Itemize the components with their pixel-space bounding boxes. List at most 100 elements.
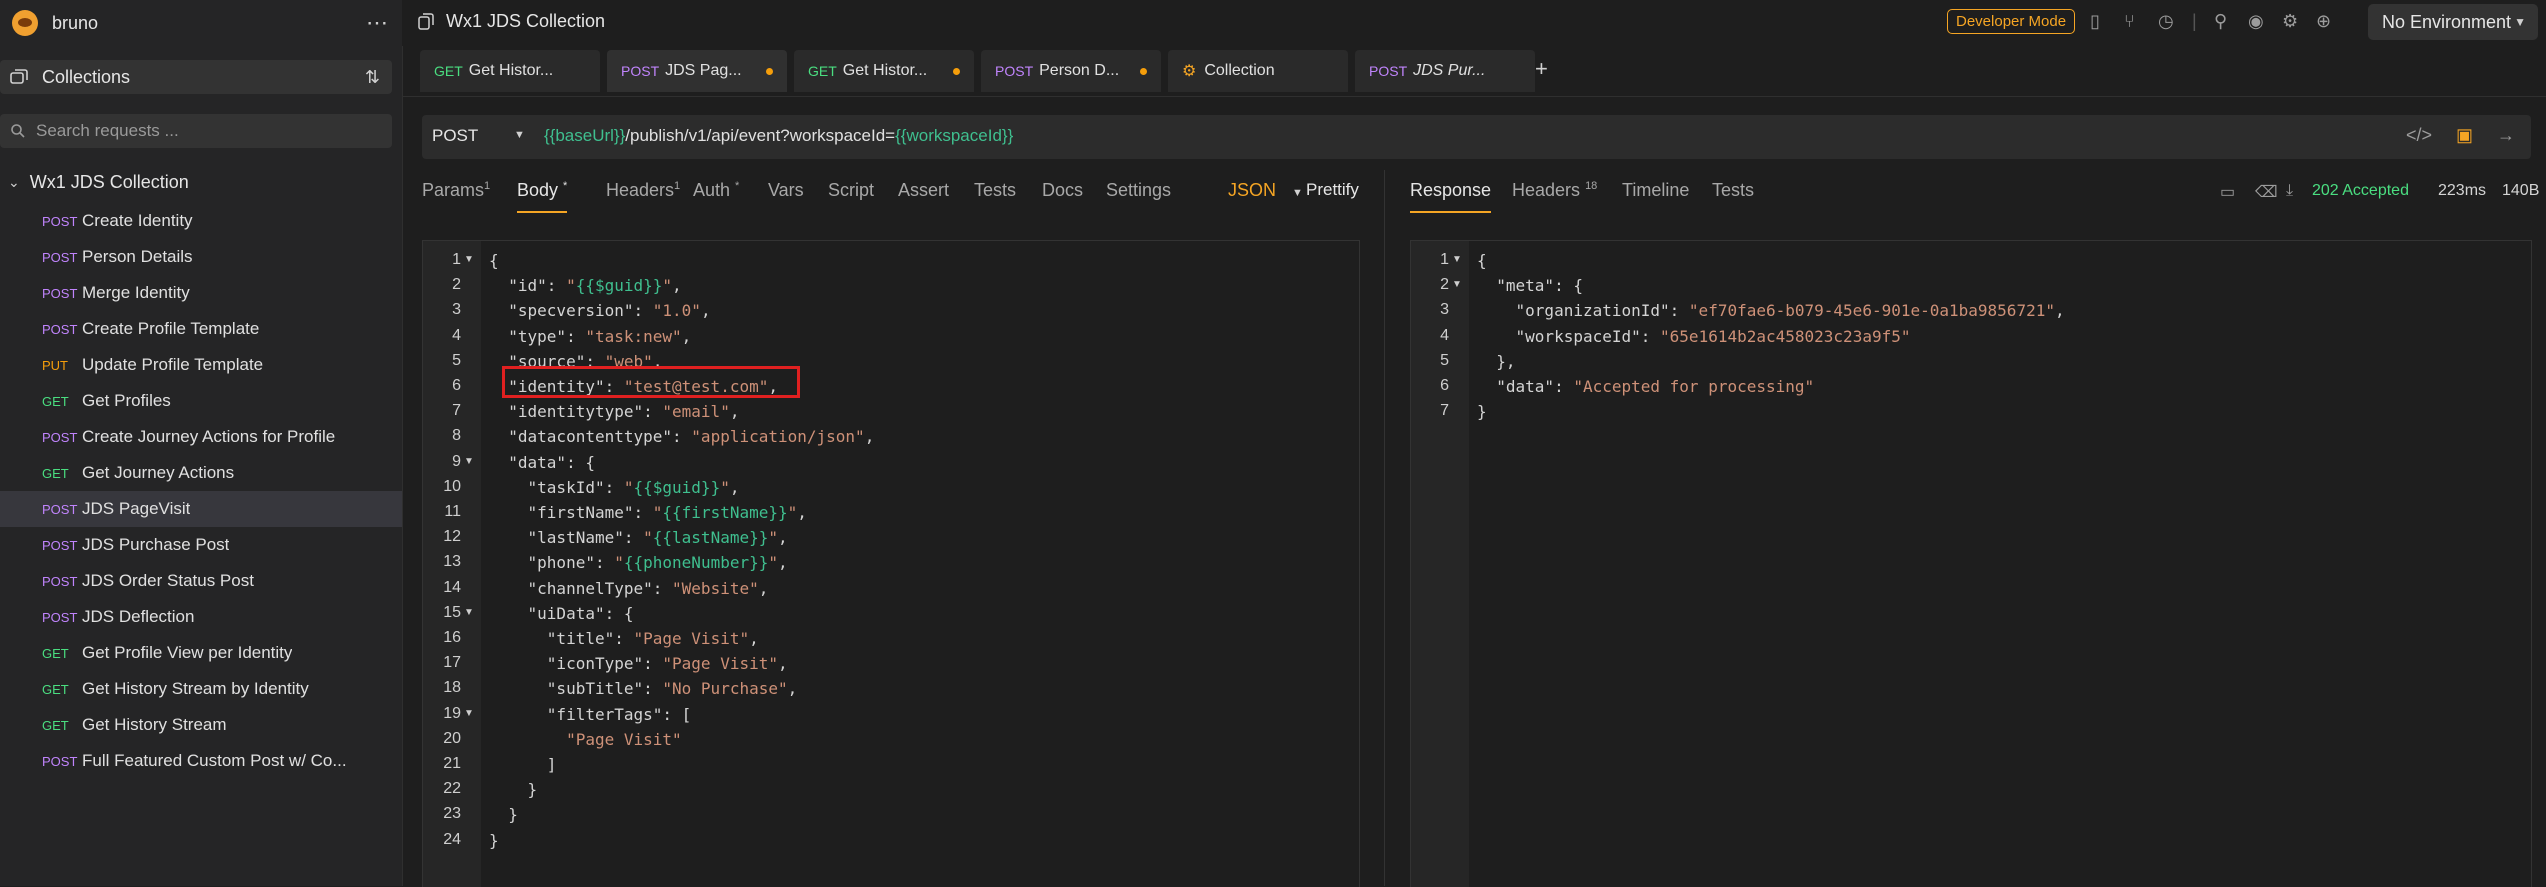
search-box[interactable] bbox=[0, 114, 392, 148]
line-number: 18 bbox=[443, 679, 461, 697]
eraser-icon[interactable]: ⌫ bbox=[2255, 182, 2278, 202]
code-token: {{$guid}} bbox=[633, 477, 721, 497]
tab-response[interactable]: Response bbox=[1410, 180, 1492, 213]
request-tab[interactable]: POST JDS Pag... bbox=[607, 50, 787, 92]
file-icon[interactable]: ▯ bbox=[2090, 11, 2100, 32]
sidebar-item-request[interactable]: POST JDS Purchase Post bbox=[0, 527, 402, 563]
sidebar-item-request[interactable]: GET Get Profiles bbox=[0, 383, 402, 419]
copy-icon[interactable] bbox=[418, 12, 434, 31]
tab-script[interactable]: Script bbox=[828, 180, 874, 201]
status-badge: 202 Accepted bbox=[2312, 182, 2409, 199]
send-arrow-icon[interactable]: → bbox=[2497, 125, 2515, 146]
sidebar-item-request[interactable]: POST JDS Order Status Post bbox=[0, 563, 402, 599]
code-line: } bbox=[489, 831, 499, 850]
method-badge: POST bbox=[42, 537, 78, 553]
method-badge: GET bbox=[42, 717, 69, 733]
runner-icon[interactable]: ⚲ bbox=[2214, 11, 2227, 32]
fold-chevron-icon[interactable]: ▼ bbox=[464, 456, 474, 467]
gear-icon[interactable]: ⚙ bbox=[2282, 11, 2298, 32]
line-number: 15 bbox=[443, 603, 461, 621]
prettify-button[interactable]: Prettify bbox=[1306, 180, 1359, 200]
save-icon[interactable]: ▣ bbox=[2456, 125, 2473, 146]
pane-divider[interactable] bbox=[1384, 170, 1385, 886]
request-tab[interactable]: POST Person D... bbox=[981, 50, 1161, 92]
code-line: "datacontenttype": "application/json", bbox=[489, 427, 874, 446]
response-body-viewer[interactable]: 1 ▼ 2 ▼ 3 4 5 6 7 { "meta": { "organizationId": … bbox=[1410, 240, 2532, 887]
body-mode-select[interactable]: JSON ▼ bbox=[1228, 180, 1303, 201]
collection-tree-header[interactable]: ⌄ Wx1 JDS Collection bbox=[8, 172, 189, 193]
tab-assert[interactable]: Assert bbox=[898, 180, 949, 201]
fold-chevron-icon[interactable]: ▼ bbox=[464, 607, 474, 618]
sidebar-item-request[interactable]: POST Full Featured Custom Post w/ Co... bbox=[0, 743, 402, 779]
code-token: "iconType": bbox=[489, 654, 663, 674]
history-icon[interactable]: ◷ bbox=[2158, 11, 2174, 32]
code-token: "data": bbox=[1477, 377, 1574, 396]
sidebar-item-request[interactable]: GET Get Profile View per Identity bbox=[0, 635, 402, 671]
tab-label: Person D... bbox=[1039, 62, 1120, 79]
tab-tests[interactable]: Tests bbox=[974, 180, 1016, 201]
add-tab-icon[interactable]: + bbox=[1535, 56, 1548, 82]
method-badge: POST bbox=[621, 63, 660, 79]
code-token: "title": bbox=[489, 629, 634, 648]
code-icon[interactable]: </> bbox=[2406, 125, 2432, 146]
method-select[interactable]: POST ▼ bbox=[432, 126, 525, 146]
code-line: "workspaceId": "65e1614b2ac458023c23a9f5… bbox=[1477, 327, 1911, 346]
request-body-editor[interactable]: 1 ▼ 2 3 4 5 6 7 8 9 ▼ 10 11 12 13 14 15 ▼ 16 17 18 19 ▼ 20 21 22 2… bbox=[422, 240, 1360, 887]
collection-title-text: Wx1 JDS Collection bbox=[446, 11, 606, 31]
tab-headers[interactable]: Headers1 bbox=[606, 180, 680, 201]
code-token: , bbox=[778, 553, 788, 573]
tab-response-headers[interactable]: Headers 18 bbox=[1512, 180, 1597, 201]
download-icon[interactable]: ⤓ bbox=[2286, 182, 2293, 200]
chevron-down-icon[interactable]: ⌄ bbox=[8, 174, 20, 191]
url-input[interactable]: {{baseUrl}}/publish/v1/api/event?workspa… bbox=[544, 126, 1013, 146]
fold-chevron-icon[interactable]: ▼ bbox=[464, 708, 474, 719]
method-badge: GET bbox=[42, 393, 69, 409]
sidebar-item-request[interactable]: POST JDS PageVisit bbox=[0, 491, 402, 527]
request-name: Create Journey Actions for Profile bbox=[82, 427, 336, 446]
layout-icon[interactable]: ▭ bbox=[2220, 182, 2235, 202]
request-tab[interactable]: ⚙ Collection bbox=[1168, 50, 1348, 92]
tab-timeline[interactable]: Timeline bbox=[1622, 180, 1689, 201]
collections-header[interactable]: Collections ⇅ bbox=[0, 60, 392, 94]
tab-vars[interactable]: Vars bbox=[768, 180, 804, 201]
tab-response-tests[interactable]: Tests bbox=[1712, 180, 1754, 201]
tab-docs[interactable]: Docs bbox=[1042, 180, 1083, 201]
code-line: "data": "Accepted for processing" bbox=[1477, 377, 1814, 396]
code-token: "taskId": bbox=[489, 477, 624, 497]
tab-body[interactable]: Body * bbox=[517, 180, 568, 213]
more-options-icon[interactable]: ⋯ bbox=[366, 10, 389, 36]
fold-chevron-icon[interactable]: ▼ bbox=[1452, 254, 1462, 265]
code-token: " bbox=[614, 553, 624, 573]
sidebar-item-request[interactable]: PUT Update Profile Template bbox=[0, 347, 402, 383]
sort-icon[interactable]: ⇅ bbox=[365, 67, 380, 88]
request-tab[interactable]: POST JDS Pur... bbox=[1355, 50, 1535, 92]
sidebar-item-request[interactable]: POST JDS Deflection bbox=[0, 599, 402, 635]
sidebar-item-request[interactable]: GET Get Journey Actions bbox=[0, 455, 402, 491]
sidebar-item-request[interactable]: POST Merge Identity bbox=[0, 275, 402, 311]
search-input[interactable] bbox=[34, 120, 378, 142]
url-bar[interactable]: POST ▼ {{baseUrl}}/publish/v1/api/event?… bbox=[422, 115, 2531, 159]
fold-chevron-icon[interactable]: ▼ bbox=[1452, 279, 1462, 290]
sidebar-item-request[interactable]: POST Create Profile Template bbox=[0, 311, 402, 347]
code-token: " bbox=[787, 503, 798, 522]
tab-auth[interactable]: Auth * bbox=[693, 180, 739, 201]
request-tab[interactable]: GET Get Histor... bbox=[420, 50, 600, 92]
tab-params[interactable]: Params1 bbox=[422, 180, 490, 201]
code-line: "type": "task:new", bbox=[489, 327, 691, 346]
sidebar-item-request[interactable]: GET Get History Stream bbox=[0, 707, 402, 743]
tab-settings[interactable]: Settings bbox=[1106, 180, 1171, 201]
request-tab[interactable]: GET Get Histor... bbox=[794, 50, 974, 92]
globe-icon[interactable]: ⊕ bbox=[2316, 11, 2331, 32]
sidebar-item-request[interactable]: POST Create Journey Actions for Profile bbox=[0, 419, 402, 455]
git-branch-icon[interactable]: ⑂ bbox=[2124, 11, 2135, 32]
environment-select[interactable]: No Environment ▼ bbox=[2368, 4, 2538, 40]
fold-chevron-icon[interactable]: ▼ bbox=[464, 254, 474, 265]
sidebar-item-request[interactable]: POST Person Details bbox=[0, 239, 402, 275]
eye-icon[interactable]: ◉ bbox=[2248, 11, 2264, 32]
line-number-gutter: 1 ▼ 2 ▼ 3 4 5 6 7 bbox=[1411, 241, 1469, 887]
sidebar-item-request[interactable]: GET Get History Stream by Identity bbox=[0, 671, 402, 707]
developer-mode-badge[interactable]: Developer Mode bbox=[1947, 9, 2076, 34]
sidebar-item-request[interactable]: POST Create Identity bbox=[0, 203, 402, 239]
code-line: "firstName": "{{firstName}}", bbox=[489, 503, 807, 522]
code-token: "Website" bbox=[672, 578, 759, 598]
